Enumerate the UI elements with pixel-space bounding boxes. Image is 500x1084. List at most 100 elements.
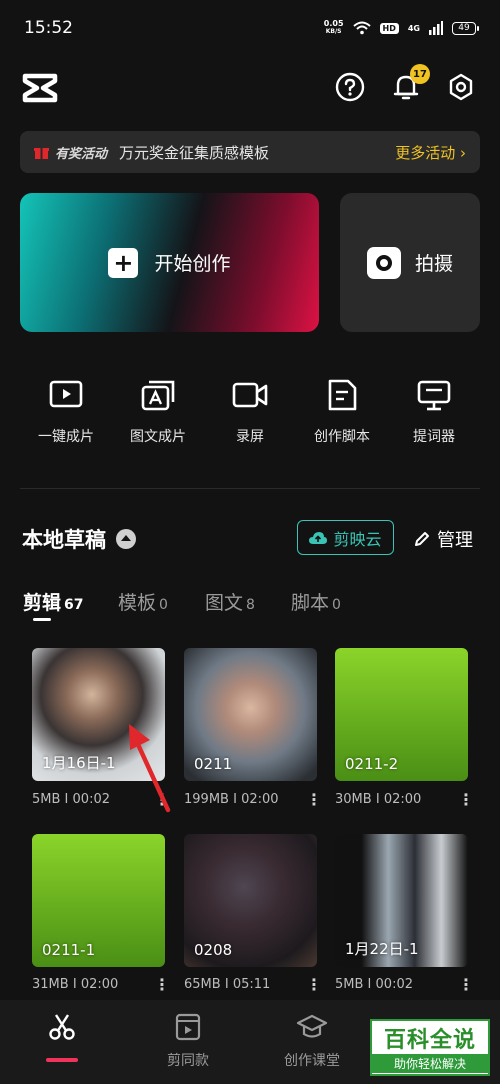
tool-one-click[interactable]: 一键成片 [18,378,114,446]
signal-icon [429,21,443,35]
draft-more-icon[interactable]: ⋮ [306,790,322,809]
hd-badge: HD [379,22,399,34]
plus-icon: + [108,247,139,278]
draft-size: 65MB [184,977,221,992]
tab-template[interactable]: 模板 0 [118,588,168,615]
watermark-logo: 百科全说 助你轻松解决 [370,1019,490,1076]
tab-count: 0 [332,597,341,613]
meta-separator: I [233,792,237,807]
start-create-button[interactable]: + 开始创作 [20,193,319,332]
template-icon [175,1013,201,1041]
draft-meta: 65MB I 05:11 [184,977,270,992]
watermark-title: 百科全说 [383,1028,476,1053]
cloud-upload-icon [309,531,328,544]
prompter-icon [417,380,451,411]
activity-banner[interactable]: 有奖活动 万元奖金征集质感模板 更多活动 › [20,131,480,173]
draft-duration: 02:00 [241,792,279,807]
draft-name: 0211-1 [42,941,96,959]
tab-text-image[interactable]: 图文 8 [205,588,255,615]
play-icon [49,380,83,408]
watermark-subtitle: 助你轻松解决 [372,1054,488,1073]
meta-separator: I [367,977,372,992]
tab-script[interactable]: 脚本 0 [291,588,341,615]
draft-thumbnail[interactable]: 0208 [184,834,317,967]
draft-duration: 02:00 [383,792,422,807]
banner-tag: 有奖活动 [55,146,108,162]
draft-more-icon[interactable]: ⋮ [306,975,322,994]
tab-count: 67 [64,597,84,613]
banner-text: 万元奖金征集质感模板 [119,143,270,162]
caret-up-icon[interactable] [116,529,136,549]
meta-separator: I [72,977,77,992]
draft-name: 1月22日-1 [345,940,419,958]
network-type: 4G [407,23,420,33]
tab-label: 模板 [118,592,157,614]
draft-thumbnail[interactable]: 0211-1 [32,834,165,967]
shoot-button[interactable]: 拍摄 [340,193,480,332]
tool-text-image[interactable]: 图文成片 [110,378,206,446]
tool-prompter[interactable]: 提词器 [386,378,482,446]
script-icon [328,379,357,411]
draft-more-icon[interactable]: ⋮ [154,975,170,994]
shoot-label: 拍摄 [414,253,453,275]
speed-unit: KB/S [325,28,342,35]
gift-icon [34,147,49,159]
notification-badge: 17 [410,64,430,84]
draft-thumbnail[interactable]: 0211 [184,648,317,781]
manage-button[interactable]: 管理 [413,526,473,552]
meta-separator: I [224,977,229,992]
network-speed: 0.05 KB/S [324,20,344,36]
draft-size: 5MB [335,977,364,992]
nav-classroom[interactable]: 创作课堂 [252,1012,372,1070]
draft-meta: 199MB I 02:00 [184,792,279,807]
draft-name: 0208 [194,941,233,959]
tool-label: 创作脚本 [314,429,370,445]
cloud-label: 剪映云 [333,529,382,549]
tab-label: 脚本 [291,592,330,614]
draft-name: 0211-2 [345,755,399,773]
tab-edit[interactable]: 剪辑 67 [23,588,84,615]
scissors-icon [49,1014,75,1040]
red-arrow-icon [129,724,171,813]
more-activities-link[interactable]: 更多活动 › [395,142,466,163]
edit-pen-icon [415,532,429,546]
start-create-label: 开始创作 [154,253,231,275]
draft-thumbnail[interactable]: 1月22日-1 [335,834,468,967]
tab-indicator [33,618,51,621]
nav-active-indicator [46,1058,78,1062]
help-icon[interactable] [335,72,365,102]
nav-label: 创作课堂 [284,1053,340,1069]
draft-size: 5MB [32,792,61,807]
tab-label: 图文 [205,592,244,614]
tool-label: 提词器 [413,429,455,445]
camera-icon [366,246,401,279]
draft-duration: 00:02 [72,792,110,807]
tool-label: 图文成片 [130,429,186,445]
draft-thumbnail[interactable]: 0211-2 [335,648,468,781]
cloud-button[interactable]: 剪映云 [297,520,394,555]
draft-duration: 05:11 [232,977,271,992]
graduation-cap-icon [296,1014,328,1038]
status-time: 15:52 [24,18,73,38]
settings-icon[interactable] [446,72,476,102]
capcut-logo [22,73,58,103]
status-icons: 0.05 KB/S HD 4G 49 [324,20,479,36]
wifi-icon [352,21,371,35]
draft-more-icon[interactable]: ⋮ [458,975,474,994]
draft-meta: 31MB I 02:00 [32,977,118,992]
section-divider [20,488,480,489]
draft-meta: 30MB I 02:00 [335,792,421,807]
manage-label: 管理 [437,530,473,551]
text-image-icon [141,380,175,411]
drafts-title-label: 本地草稿 [22,528,106,552]
draft-name: 1月16日-1 [42,754,116,772]
nav-edit[interactable] [2,1012,122,1042]
drafts-title[interactable]: 本地草稿 [22,524,136,554]
tool-script[interactable]: 创作脚本 [294,378,390,446]
nav-label: 剪同款 [167,1053,209,1069]
tool-screen-record[interactable]: 录屏 [202,378,298,446]
nav-templates[interactable]: 剪同款 [128,1012,248,1070]
draft-size: 30MB [335,792,372,807]
draft-size: 31MB [32,977,69,992]
draft-more-icon[interactable]: ⋮ [458,790,474,809]
